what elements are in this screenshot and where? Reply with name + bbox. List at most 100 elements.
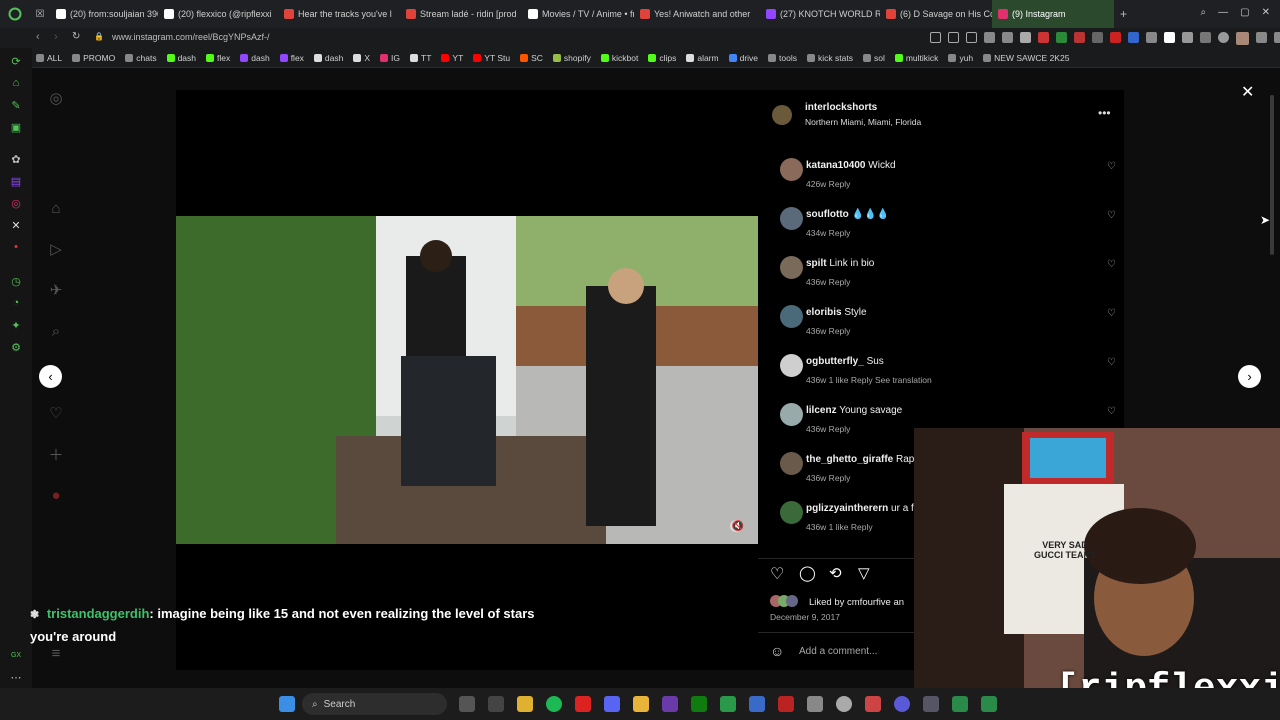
commenter-avatar[interactable] bbox=[780, 158, 803, 181]
download-icon[interactable] bbox=[1218, 32, 1229, 43]
discord-icon[interactable] bbox=[604, 696, 620, 712]
liked-by-text[interactable]: Liked by cmfourfive an bbox=[809, 597, 904, 608]
comment-username[interactable]: the_ghetto_giraffe bbox=[806, 454, 893, 465]
bookmark-item[interactable]: ALL bbox=[36, 53, 62, 63]
search-tabs-icon[interactable]: ⌕ bbox=[1201, 7, 1207, 18]
back-icon[interactable]: ‹ bbox=[36, 31, 40, 43]
bookmark-item[interactable]: alarm bbox=[686, 53, 719, 63]
bookmark-item[interactable]: dash bbox=[240, 53, 270, 63]
bookmark-item[interactable]: shopify bbox=[552, 53, 591, 63]
gx-icon[interactable]: GX bbox=[9, 648, 23, 662]
close-window-icon[interactable]: ✕ bbox=[1262, 7, 1270, 18]
bookmark-item[interactable]: flex bbox=[206, 53, 230, 63]
new-tab-button[interactable]: + bbox=[1120, 7, 1127, 21]
more-options-icon[interactable]: ••• bbox=[1098, 106, 1111, 120]
reels-icon[interactable]: ▷ bbox=[46, 239, 66, 259]
comment-username[interactable]: lilcenz bbox=[806, 405, 837, 416]
bookmark-item[interactable]: kick stats bbox=[807, 53, 853, 63]
extension-icon[interactable] bbox=[1182, 32, 1193, 43]
commenter-avatar[interactable] bbox=[780, 452, 803, 475]
app-icon[interactable] bbox=[981, 696, 997, 712]
mute-icon[interactable]: 🔇 bbox=[732, 521, 744, 532]
browser-tab[interactable]: Hear the tracks you've l bbox=[278, 0, 400, 28]
twitch-icon[interactable]: ▤ bbox=[9, 174, 23, 188]
next-post-button[interactable]: › bbox=[1238, 365, 1261, 388]
bookmark-item[interactable]: yuh bbox=[948, 53, 973, 63]
extension-icon[interactable] bbox=[1056, 32, 1067, 43]
close-post-icon[interactable]: ✕ bbox=[1241, 82, 1254, 102]
obs-icon[interactable] bbox=[662, 696, 678, 712]
bookmark-item[interactable]: sol bbox=[862, 53, 885, 63]
youtube-icon[interactable]: • bbox=[9, 240, 23, 254]
chrome-icon[interactable] bbox=[517, 696, 533, 712]
like-icon[interactable]: ♡ bbox=[770, 564, 784, 584]
bookmark-item[interactable]: YT Stu bbox=[473, 53, 510, 63]
app-icon[interactable] bbox=[749, 696, 765, 712]
heart-icon[interactable] bbox=[1038, 32, 1049, 43]
extension-icon[interactable] bbox=[1146, 32, 1157, 43]
bookmark-item[interactable]: flex bbox=[279, 53, 304, 63]
comment-username[interactable]: ogbutterfly_ bbox=[806, 356, 864, 367]
bookmark-item[interactable]: clips bbox=[648, 53, 676, 63]
share-icon[interactable]: ▽ bbox=[858, 564, 870, 582]
maximize-icon[interactable]: ▢ bbox=[1240, 7, 1249, 18]
profile-avatar[interactable] bbox=[1236, 32, 1249, 45]
shield-icon[interactable] bbox=[984, 32, 995, 43]
chatgpt-icon[interactable]: ✿ bbox=[9, 152, 23, 166]
zoom-icon[interactable] bbox=[930, 32, 941, 43]
start-button-icon[interactable] bbox=[279, 696, 295, 712]
comment-meta[interactable]: 436w Reply bbox=[806, 424, 850, 434]
settings-icon[interactable]: ⚙ bbox=[9, 340, 23, 354]
comment-meta[interactable]: 436w Reply bbox=[806, 277, 850, 287]
like-comment-icon[interactable]: ♡ bbox=[1107, 161, 1116, 172]
play-icon[interactable] bbox=[1002, 32, 1013, 43]
clock-icon[interactable]: ◔ bbox=[9, 296, 23, 310]
bookmark-item[interactable]: dash bbox=[166, 53, 196, 63]
app-icon[interactable] bbox=[720, 696, 736, 712]
comment-meta[interactable]: 434w Reply bbox=[806, 228, 850, 238]
workspace-icon[interactable]: ⟳ bbox=[9, 54, 23, 68]
extension-icon[interactable] bbox=[1110, 32, 1121, 43]
bookmark-item[interactable]: TT bbox=[410, 53, 431, 63]
browser-tab[interactable]: Yes! Aniwatch and other bbox=[634, 0, 760, 28]
app-icon[interactable] bbox=[807, 696, 823, 712]
opera-logo-icon[interactable] bbox=[0, 0, 30, 28]
x-icon[interactable] bbox=[1164, 32, 1175, 43]
like-comment-icon[interactable]: ♡ bbox=[1107, 308, 1116, 319]
commenter-avatar[interactable] bbox=[780, 354, 803, 377]
like-comment-icon[interactable]: ♡ bbox=[1107, 259, 1116, 270]
x-icon[interactable]: ✕ bbox=[9, 218, 23, 232]
settings-icon[interactable] bbox=[488, 696, 504, 712]
emoji-icon[interactable]: ☺ bbox=[770, 643, 784, 659]
file-explorer-icon[interactable] bbox=[633, 696, 649, 712]
bookmark-item[interactable]: NEW SAWCE 2K25 bbox=[983, 53, 1069, 63]
post-location[interactable]: Northern Miami, Miami, Florida bbox=[805, 117, 921, 127]
browser-tab[interactable]: Stream ladé - ridin [prod bbox=[400, 0, 522, 28]
app-icon[interactable] bbox=[865, 696, 881, 712]
messages-icon[interactable]: ✈ bbox=[46, 280, 66, 300]
workspace-icon[interactable]: ⌂ bbox=[9, 76, 23, 90]
extension-icon[interactable] bbox=[1092, 32, 1103, 43]
history-icon[interactable]: ◷ bbox=[9, 274, 23, 288]
comment-meta[interactable]: 436w 1 like Reply bbox=[806, 522, 873, 532]
taskbar-search[interactable]: ⌕ Search bbox=[302, 693, 447, 715]
comment-meta[interactable]: 436w 1 like Reply See translation bbox=[806, 375, 932, 385]
bookmark-item[interactable]: YT bbox=[441, 53, 463, 63]
downloads-icon[interactable] bbox=[1256, 32, 1267, 43]
extension-icon[interactable] bbox=[1200, 32, 1211, 43]
comment-username[interactable]: souflotto bbox=[806, 209, 849, 220]
commenter-avatar[interactable] bbox=[780, 256, 803, 279]
comment-meta[interactable]: 436w Reply bbox=[806, 473, 850, 483]
spotify-icon[interactable] bbox=[546, 696, 562, 712]
browser-tab[interactable]: (20) from:souljaian 3900 bbox=[50, 0, 158, 28]
comment-username[interactable]: eloribis bbox=[806, 307, 842, 318]
like-comment-icon[interactable]: ♡ bbox=[1107, 357, 1116, 368]
previous-post-button[interactable]: ‹ bbox=[39, 365, 62, 388]
comment-username[interactable]: spilt bbox=[806, 258, 827, 269]
notifications-icon[interactable]: ♡ bbox=[46, 403, 66, 423]
author-username[interactable]: interlockshorts bbox=[805, 102, 877, 113]
bookmark-item[interactable]: kickbot bbox=[600, 53, 638, 63]
comment-meta[interactable]: 426w Reply bbox=[806, 179, 850, 189]
browser-tab[interactable]: (20) flexxico (@ripflexxi bbox=[158, 0, 278, 28]
extension-icon[interactable] bbox=[1074, 32, 1085, 43]
